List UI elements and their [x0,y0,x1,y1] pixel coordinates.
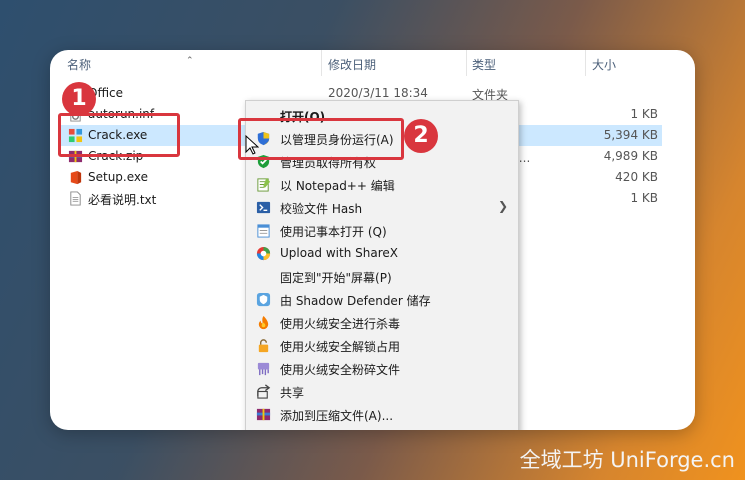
notepadpp-icon [257,177,271,192]
huorong-shred-icon [257,362,270,376]
menu-label: 以 Notepad++ 编辑 [280,179,395,193]
shadow-defender-icon [256,292,271,307]
highlight-box-crack-exe [58,113,180,157]
highlight-box-run-as-admin [238,118,404,160]
menu-label: 使用火绒安全粉碎文件 [280,363,401,377]
watermark-text: 全域工坊 UniForge.cn [519,448,735,472]
column-type[interactable]: 类型 [472,56,496,73]
menu-label: 使用火绒安全进行杀毒 [280,317,401,331]
file-name: 必看说明.txt [88,193,157,207]
column-name[interactable]: 名称 [67,56,91,73]
column-size[interactable]: 大小 [592,56,616,73]
file-size: 420 KB [615,170,658,184]
step-badge-1: 1 [62,82,96,116]
file-size: 4,989 KB [603,149,658,163]
powershell-icon [256,201,271,214]
office-setup-icon [70,170,82,185]
sort-indicator: ⌃ [186,56,194,66]
huorong-icon [258,315,269,330]
share-icon [257,384,271,399]
menu-label: 共享 [280,386,305,400]
file-name: Setup.exe [88,170,149,184]
menu-label: 由 Shadow Defender 储存 [280,294,431,308]
sharex-icon [256,246,271,261]
winrar-icon [256,408,271,421]
file-size: 5,394 KB [603,128,658,142]
menu-item-huorong-shred[interactable]: 使用火绒安全粉碎文件 [246,357,518,380]
file-size: 1 KB [630,191,658,205]
huorong-unlock-icon [258,339,269,353]
column-header: ⌃ 名称 修改日期 类型 大小 [50,50,695,76]
menu-label: 校验文件 Hash [280,202,363,216]
menu-item-add-archive[interactable]: 添加到压缩文件(A)... [246,403,518,426]
file-size: 1 KB [630,107,658,121]
menu-item-huorong-scan[interactable]: 使用火绒安全进行杀毒 [246,311,518,334]
menu-item-sharex[interactable]: Upload with ShareX [246,242,518,265]
file-date: 2020/3/11 18:34 [328,86,428,100]
menu-label: 使用火绒安全解锁占用 [280,340,401,354]
menu-item-notepadpp[interactable]: 以 Notepad++ 编辑 [246,173,518,196]
submenu-chevron-icon: ❯ [497,199,508,213]
menu-item-pin-start[interactable]: 固定到"开始"屏幕(P) [246,265,518,288]
menu-label: 添加到压缩文件(A)... [280,409,394,423]
menu-item-huorong-unlock[interactable]: 使用火绒安全解锁占用 [246,334,518,357]
column-date[interactable]: 修改日期 [328,56,376,73]
explorer-window: ⌃ 名称 修改日期 类型 大小 Office 2020/3/11 18:34 文… [50,50,695,430]
menu-label: Upload with ShareX [280,246,398,260]
step-badge-2: 2 [404,119,438,153]
menu-item-open-notepad[interactable]: 使用记事本打开 (Q) [246,219,518,242]
text-file-icon [70,191,81,206]
menu-label: 使用记事本打开 (Q) [280,225,387,239]
menu-item-share[interactable]: 共享 [246,380,518,403]
menu-item-file-hash[interactable]: 校验文件 Hash ❯ [246,196,518,219]
notepad-icon [257,224,270,238]
menu-label: 固定到"开始"屏幕(P) [280,271,392,285]
menu-item-shadow-defender[interactable]: 由 Shadow Defender 储存 [246,288,518,311]
